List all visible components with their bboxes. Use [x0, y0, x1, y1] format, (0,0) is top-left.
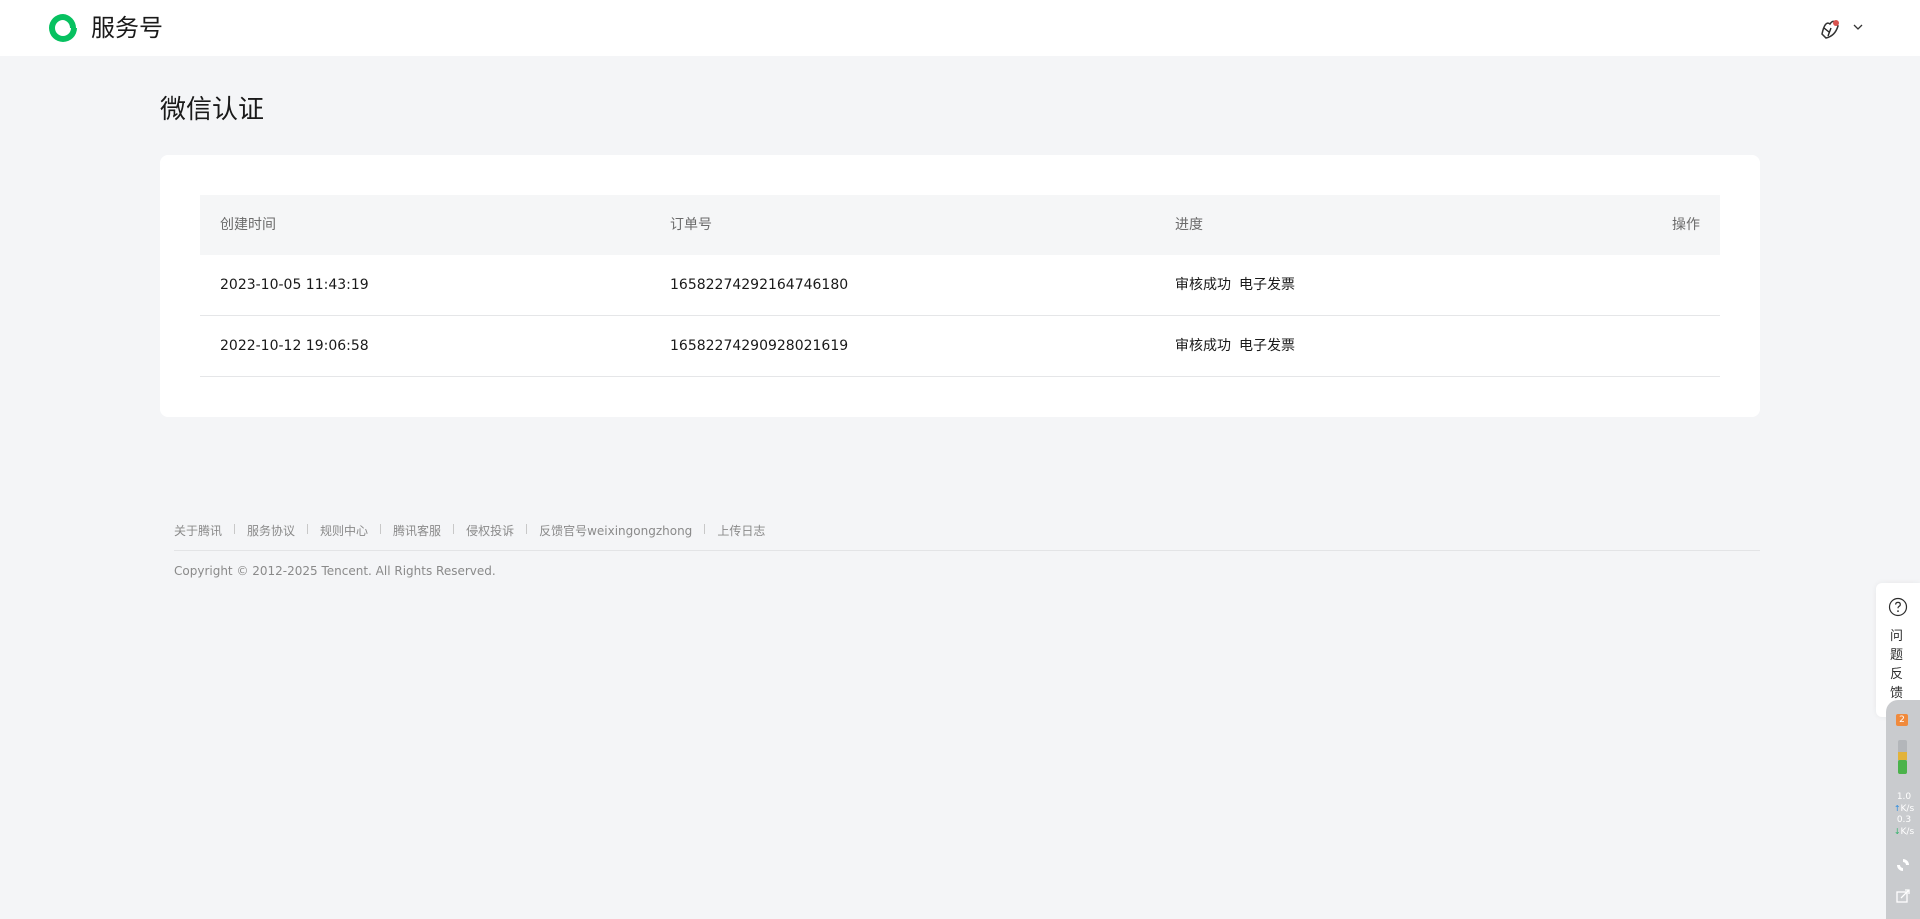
page-title: 微信认证 — [160, 95, 265, 125]
table-row: 2023-10-05 11:43:19 16582274292164746180… — [200, 255, 1720, 316]
divider — [380, 524, 382, 534]
footer-link-customer-service[interactable]: 腾讯客服 — [393, 520, 441, 542]
order-number-cell: 16582274292164746180 — [670, 277, 849, 293]
order-number-cell: 16582274290928021619 — [670, 338, 849, 354]
footer-link-service-agreement[interactable]: 服务协议 — [247, 520, 295, 542]
certification-orders-card: 创建时间 订单号 进度 操作 2023-10-05 11:43:19 16582… — [160, 155, 1760, 417]
created-time-cell: 2022-10-12 19:06:58 — [220, 338, 369, 354]
e-invoice-link[interactable]: 电子发票 — [1239, 277, 1295, 293]
page-footer: 关于腾讯 服务协议 规则中心 腾讯客服 侵权投诉 反馈官号weixingongzhong 上… — [160, 520, 1760, 578]
status-text: 审核成功 — [1175, 338, 1231, 354]
question-circle-icon — [1888, 597, 1908, 617]
progress-cell: 审核成功 电子发票 — [1175, 336, 1295, 356]
app-logo-icon[interactable] — [1896, 858, 1910, 872]
column-header-actions: 操作 — [1672, 217, 1700, 233]
footer-link-about[interactable]: 关于腾讯 — [174, 520, 222, 542]
created-time-cell: 2023-10-05 11:43:19 — [220, 277, 369, 293]
orders-table: 创建时间 订单号 进度 操作 2023-10-05 11:43:19 16582… — [200, 195, 1720, 377]
divider — [234, 524, 236, 534]
footer-link-rules-center[interactable]: 规则中心 — [320, 520, 368, 542]
user-avatar[interactable] — [1816, 14, 1844, 42]
divider — [453, 524, 455, 534]
system-monitor-widget[interactable]: 2 1.0 ↑K/s 0.3 ↓K/s — [1886, 700, 1920, 919]
wechat-service-account-logo-icon[interactable] — [46, 11, 80, 45]
network-speed: 1.0 ↑K/s 0.3 ↓K/s — [1892, 792, 1916, 838]
feedback-button[interactable]: 问题反馈 — [1876, 583, 1920, 717]
user-avatar-icon — [1816, 14, 1844, 42]
column-header-order-no: 订单号 — [670, 217, 712, 233]
progress-cell: 审核成功 电子发票 — [1175, 275, 1295, 295]
download-speed: 0.3 — [1896, 815, 1912, 825]
download-unit: K/s — [1900, 827, 1915, 837]
footer-divider — [174, 550, 1760, 551]
divider — [526, 524, 528, 534]
screenshot-tool-icon[interactable] — [1895, 888, 1911, 904]
upload-arrow-icon: ↑ — [1893, 804, 1901, 813]
table-row: 2022-10-12 19:06:58 16582274290928021619… — [200, 316, 1720, 377]
memory-usage-bar-icon — [1898, 740, 1907, 774]
footer-links: 关于腾讯 服务协议 规则中心 腾讯客服 侵权投诉 反馈官号weixingongzhong 上… — [160, 520, 1760, 542]
footer-link-feedback-account[interactable]: 反馈官号weixingongzhong — [539, 520, 692, 542]
notification-badge: 2 — [1896, 714, 1908, 726]
upload-speed: 1.0 — [1896, 792, 1912, 802]
divider — [307, 524, 309, 534]
top-navigation-bar: 服务号 — [0, 0, 1920, 56]
feedback-label: 问题反馈 — [1890, 629, 1904, 701]
column-header-created-time: 创建时间 — [220, 217, 276, 233]
download-arrow-icon: ↓ — [1893, 827, 1901, 836]
upload-unit: K/s — [1900, 804, 1915, 814]
footer-link-upload-log[interactable]: 上传日志 — [717, 520, 765, 542]
copyright-text: Copyright © 2012-2025 Tencent. All Right… — [174, 564, 496, 578]
status-text: 审核成功 — [1175, 277, 1231, 293]
column-header-progress: 进度 — [1175, 217, 1203, 233]
chevron-down-icon[interactable] — [1852, 21, 1864, 33]
footer-link-infringement-complaint[interactable]: 侵权投诉 — [466, 520, 514, 542]
divider — [704, 524, 706, 534]
e-invoice-link[interactable]: 电子发票 — [1239, 338, 1295, 354]
table-header: 创建时间 订单号 进度 操作 — [200, 195, 1720, 255]
brand-name[interactable]: 服务号 — [91, 13, 163, 43]
